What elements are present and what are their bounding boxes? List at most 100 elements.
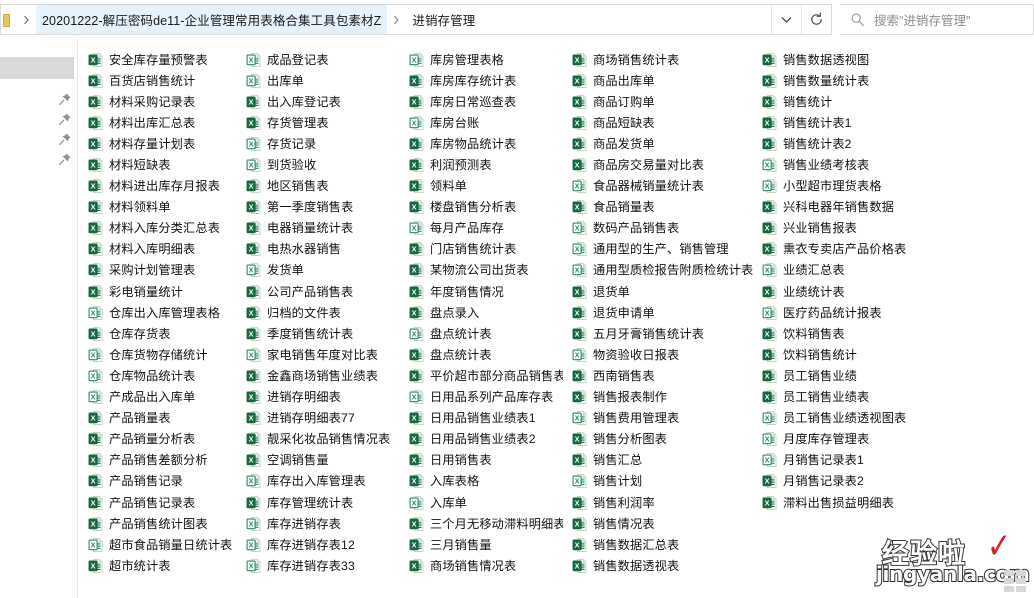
- file-item[interactable]: X 家电销售年度对比表: [237, 344, 400, 365]
- address-bar[interactable]: 20201222-解压密码de11-企业管理常用表格合集工具包素材Z 进销存管理: [0, 4, 832, 35]
- file-item[interactable]: X 日用销售表: [400, 450, 563, 471]
- file-item[interactable]: X 盘点统计表: [400, 344, 563, 365]
- file-item[interactable]: X 产品销售记录: [79, 471, 237, 492]
- file-item[interactable]: X 员工销售业绩: [753, 365, 953, 386]
- file-item[interactable]: X 销售计划: [563, 471, 753, 492]
- file-item[interactable]: X 公司产品销售表: [237, 281, 400, 302]
- file-item[interactable]: X 仓库存货表: [79, 323, 237, 344]
- file-item[interactable]: X 兴业销售报表: [753, 218, 953, 239]
- file-item[interactable]: X 销售费用管理表: [563, 408, 753, 429]
- file-item[interactable]: X 西南销售表: [563, 365, 753, 386]
- file-item[interactable]: X 百货店销售统计: [79, 70, 237, 91]
- file-item[interactable]: X 电器销量统计表: [237, 218, 400, 239]
- file-item[interactable]: X 进销存明细表: [237, 387, 400, 408]
- file-item[interactable]: X 成品登记表: [237, 49, 400, 70]
- file-item[interactable]: X 商品出库单: [563, 70, 753, 91]
- file-item[interactable]: X 材料入库分类汇总表: [79, 218, 237, 239]
- file-item[interactable]: X 销售数量统计表: [753, 70, 953, 91]
- file-item[interactable]: X 库房库存统计表: [400, 70, 563, 91]
- file-item[interactable]: X 材料短缺表: [79, 154, 237, 175]
- file-item[interactable]: X 材料采购记录表: [79, 91, 237, 112]
- file-item[interactable]: X 饮料销售表: [753, 323, 953, 344]
- file-item[interactable]: X 某物流公司出货表: [400, 260, 563, 281]
- file-item[interactable]: X 出库单: [237, 70, 400, 91]
- file-item[interactable]: X 销售业绩考核表: [753, 154, 953, 175]
- file-item[interactable]: X 产品销量分析表: [79, 429, 237, 450]
- file-item[interactable]: X 每月产品库存: [400, 218, 563, 239]
- file-item[interactable]: X 五月牙膏销售统计表: [563, 323, 753, 344]
- navigation-pane[interactable]: [0, 39, 78, 598]
- pin-icon[interactable]: [58, 132, 72, 146]
- file-item[interactable]: X 三个月无移动滞料明细表: [400, 513, 563, 534]
- file-item[interactable]: X 商品短缺表: [563, 112, 753, 133]
- file-item[interactable]: X 第一季度销售表: [237, 197, 400, 218]
- file-item[interactable]: X 库存出入库管理表: [237, 471, 400, 492]
- breadcrumb[interactable]: 20201222-解压密码de11-企业管理常用表格合集工具包素材Z 进销存管理: [1, 5, 771, 34]
- file-item[interactable]: X 平价超市部分商品销售表: [400, 365, 563, 386]
- file-item[interactable]: X 材料出库汇总表: [79, 112, 237, 133]
- file-item[interactable]: X 材料入库明细表: [79, 239, 237, 260]
- file-item[interactable]: X 月度库存管理表: [753, 429, 953, 450]
- file-item[interactable]: X 彩电销量统计: [79, 281, 237, 302]
- file-item[interactable]: X 门店销售统计表: [400, 239, 563, 260]
- refresh-button[interactable]: [801, 5, 831, 34]
- file-item[interactable]: X 销售分析图表: [563, 429, 753, 450]
- file-item[interactable]: X 商场销售统计表: [563, 49, 753, 70]
- file-list[interactable]: X 安全库存量预警表 X 百货店销售统计 X 材料采购记录表 X 材料出库汇总表…: [79, 39, 1034, 598]
- file-item[interactable]: X 滞料出售损益明细表: [753, 492, 953, 513]
- file-item[interactable]: X 熏衣专卖店产品价格表: [753, 239, 953, 260]
- file-item[interactable]: X 空调销售量: [237, 450, 400, 471]
- breadcrumb-item-0[interactable]: 20201222-解压密码de11-企业管理常用表格合集工具包素材Z: [36, 5, 388, 34]
- file-item[interactable]: X 超市统计表: [79, 555, 237, 576]
- file-item[interactable]: X 仓库物品统计表: [79, 365, 237, 386]
- file-item[interactable]: X 月销售记录表2: [753, 471, 953, 492]
- file-item[interactable]: X 退货单: [563, 281, 753, 302]
- file-item[interactable]: X 销售数据透视图: [753, 49, 953, 70]
- file-item[interactable]: X 入库单: [400, 492, 563, 513]
- file-item[interactable]: X 库存进销存表: [237, 513, 400, 534]
- file-item[interactable]: X 楼盘销售分析表: [400, 197, 563, 218]
- file-item[interactable]: X 销售统计表1: [753, 112, 953, 133]
- file-item[interactable]: X 月销售记录表1: [753, 450, 953, 471]
- file-item[interactable]: X 产品销售记录表: [79, 492, 237, 513]
- file-item[interactable]: X 入库表格: [400, 471, 563, 492]
- file-item[interactable]: X 安全库存量预警表: [79, 49, 237, 70]
- file-item[interactable]: X 材料存量计划表: [79, 133, 237, 154]
- file-item[interactable]: X 销售利润率: [563, 492, 753, 513]
- file-item[interactable]: X 食品销量表: [563, 197, 753, 218]
- file-item[interactable]: X 小型超市理货表格: [753, 176, 953, 197]
- file-item[interactable]: X 商品发货单: [563, 133, 753, 154]
- pin-icon[interactable]: [58, 92, 72, 106]
- pin-icon[interactable]: [58, 112, 72, 126]
- nav-selected-item[interactable]: [0, 57, 74, 79]
- file-item[interactable]: X 销售统计表2: [753, 133, 953, 154]
- file-item[interactable]: X 归档的文件表: [237, 302, 400, 323]
- file-item[interactable]: X 员工销售业绩表: [753, 387, 953, 408]
- address-history-dropdown-button[interactable]: [771, 5, 801, 34]
- file-item[interactable]: X 通用型质检报告附质检统计表: [563, 260, 753, 281]
- file-item[interactable]: X 物资验收日报表: [563, 344, 753, 365]
- file-item[interactable]: X 仓库出入库管理表格: [79, 302, 237, 323]
- file-item[interactable]: X 饮料销售统计: [753, 344, 953, 365]
- file-item[interactable]: X 出入库登记表: [237, 91, 400, 112]
- file-item[interactable]: X 食品器械销量统计表: [563, 176, 753, 197]
- search-input[interactable]: 搜索"进销存管理": [840, 4, 1034, 35]
- file-item[interactable]: X 库存进销存表12: [237, 534, 400, 555]
- file-item[interactable]: X 通用型的生产、销售管理: [563, 239, 753, 260]
- file-item[interactable]: X 销售数据汇总表: [563, 534, 753, 555]
- file-item[interactable]: X 材料领料单: [79, 197, 237, 218]
- file-item[interactable]: X 数码产品销售表: [563, 218, 753, 239]
- file-item[interactable]: X 业绩统计表: [753, 281, 953, 302]
- file-item[interactable]: X 材料进出库存月报表: [79, 176, 237, 197]
- file-item[interactable]: X 产成品出入库单: [79, 387, 237, 408]
- file-item[interactable]: X 发货单: [237, 260, 400, 281]
- file-item[interactable]: X 销售报表制作: [563, 387, 753, 408]
- file-item[interactable]: X 采购计划管理表: [79, 260, 237, 281]
- file-item[interactable]: X 库存进销存表33: [237, 555, 400, 576]
- file-item[interactable]: X 库房管理表格: [400, 49, 563, 70]
- file-item[interactable]: X 日用品销售业绩表2: [400, 429, 563, 450]
- file-item[interactable]: X 业绩汇总表: [753, 260, 953, 281]
- breadcrumb-item-1[interactable]: 进销存管理: [406, 5, 481, 34]
- breadcrumb-separator-icon-2[interactable]: [387, 5, 406, 34]
- pin-icon[interactable]: [58, 152, 72, 166]
